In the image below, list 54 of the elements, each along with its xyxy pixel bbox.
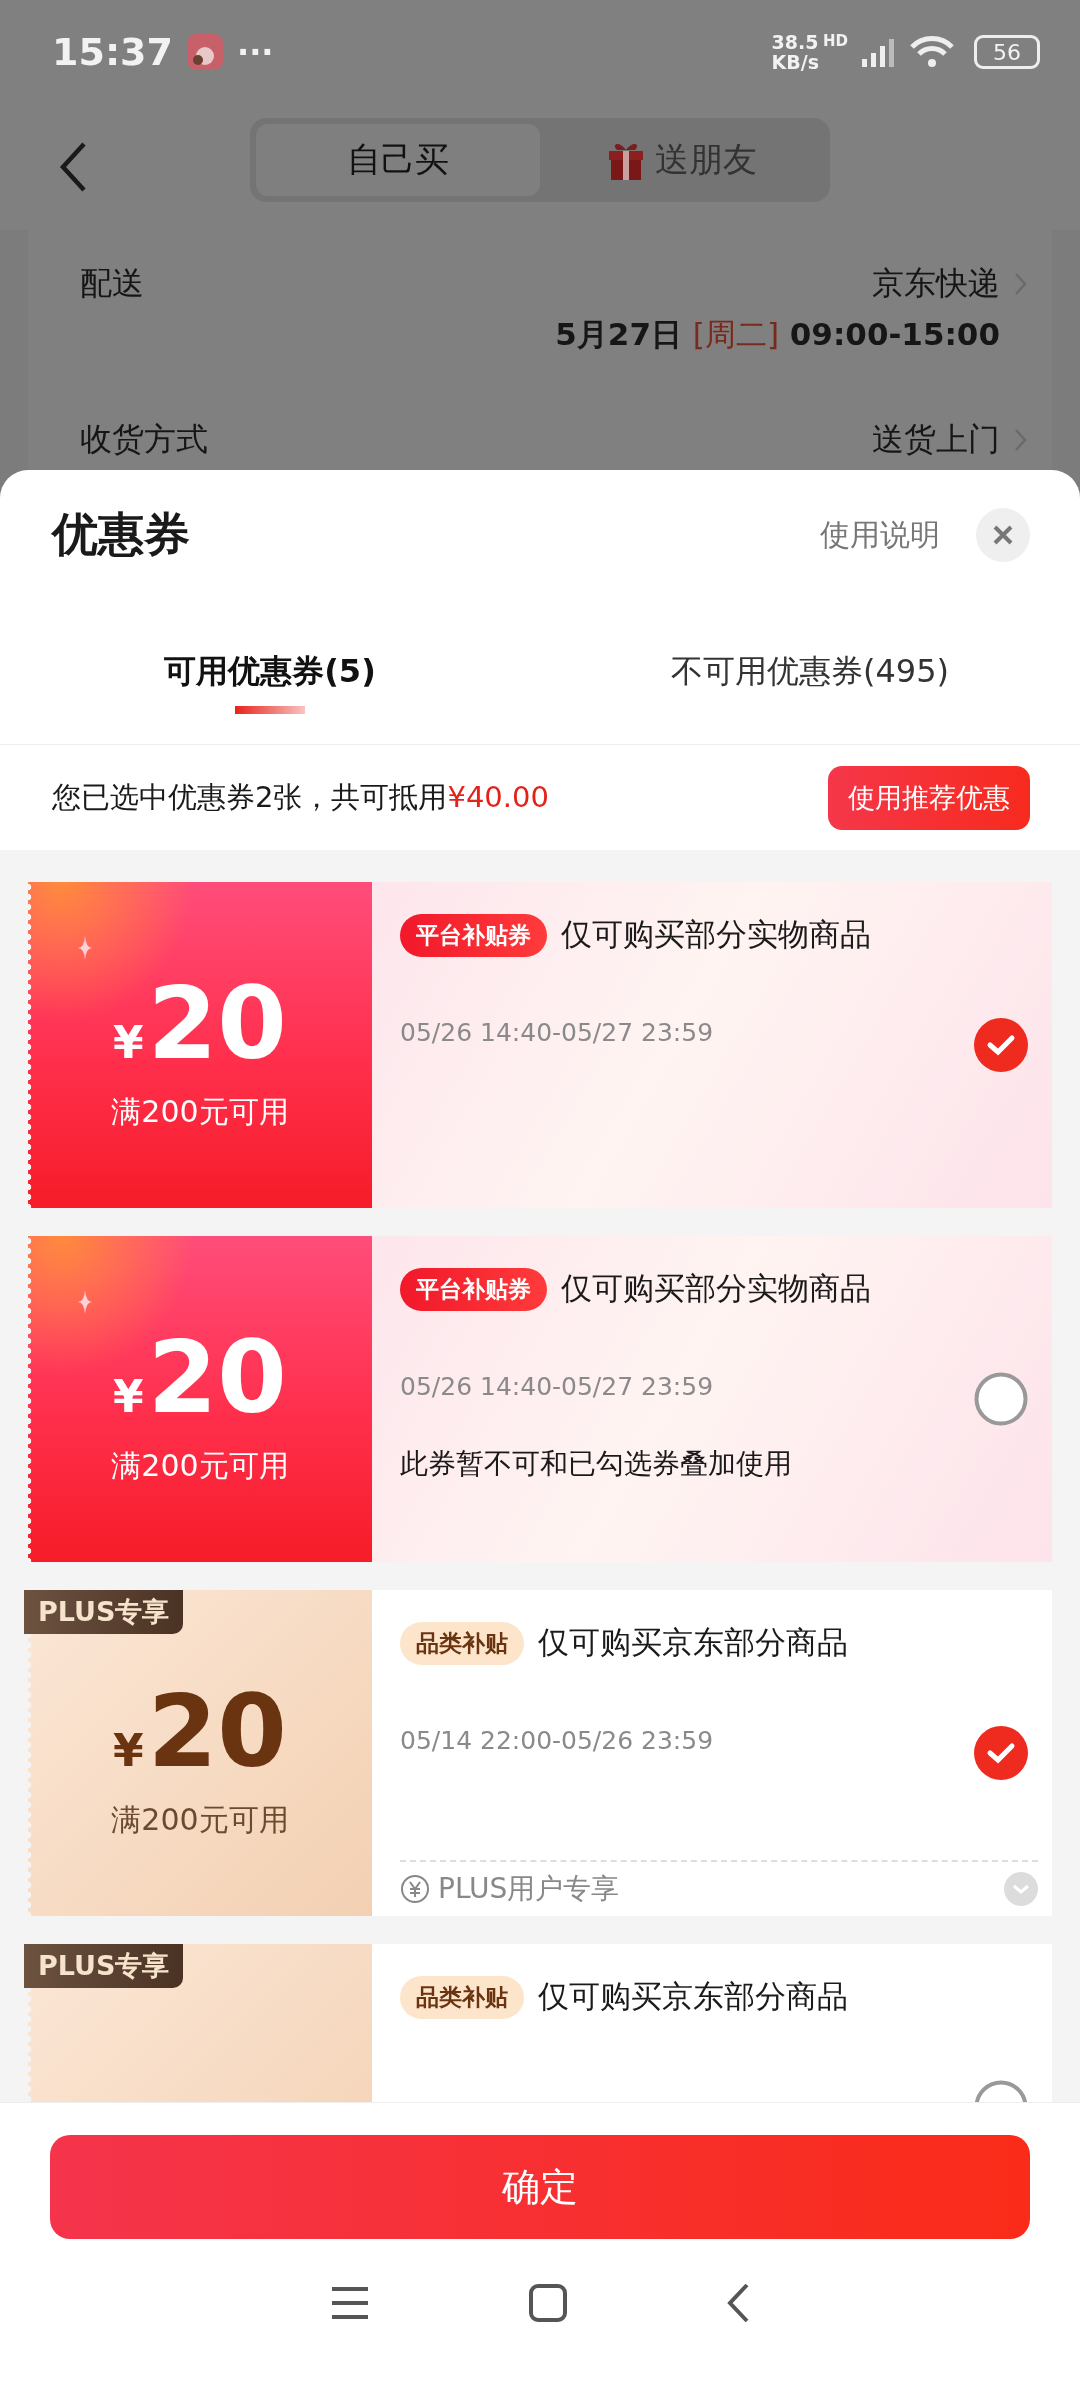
coupon-title: 仅可购买京东部分商品 — [538, 1623, 848, 1662]
unchecked-checkbox[interactable] — [974, 1372, 1028, 1426]
mode-tab[interactable]: 送朋友 — [540, 124, 824, 196]
app-icon — [186, 34, 223, 70]
coupon-note: 此券暂不可和已勾选券叠加使用 — [400, 1446, 793, 1482]
coupon-tab[interactable]: 不可用优惠券(495) — [540, 600, 1080, 744]
back-icon[interactable] — [58, 141, 88, 193]
coupon-amount: ¥20 — [113, 973, 287, 1074]
coupon-title: 仅可购买京东部分商品 — [538, 1977, 848, 2016]
coupon-tag: 品类补贴 — [400, 1621, 524, 1665]
network-speed: 38.5 KB/s — [771, 32, 819, 72]
mode-tab[interactable]: 自己买 — [256, 124, 540, 196]
validity-period: 05/26 14:40-05/27 23:59 — [400, 1372, 715, 1401]
back-icon[interactable] — [726, 2283, 751, 2323]
close-icon[interactable] — [976, 508, 1030, 562]
wifi-icon — [910, 36, 954, 68]
network-type: HD — [823, 32, 848, 50]
plus-badge: PLUS专享 — [24, 1944, 184, 1988]
row-label: 收货方式 — [80, 419, 208, 460]
sparkle-icon — [78, 1290, 92, 1314]
help-link[interactable]: 使用说明 — [820, 514, 940, 556]
sheet-title: 优惠券 — [52, 506, 191, 563]
validity-period: 05/26 14:40-05/27 23:59 — [400, 1018, 715, 1047]
coupon-condition: 满200元可用 — [111, 1800, 289, 1839]
row-value[interactable]: 送货上门 — [872, 406, 1028, 462]
delivery-time: 5月27日 [周二] 09:00-15:00 — [555, 315, 1000, 354]
home-icon[interactable] — [529, 2284, 567, 2322]
recommend-button[interactable]: 使用推荐优惠 — [828, 765, 1030, 830]
checked-checkbox[interactable] — [974, 1018, 1028, 1072]
coupon-tag: 平台补贴券 — [400, 1267, 547, 1311]
coupon-condition: 满200元可用 — [111, 1446, 289, 1485]
confirm-button[interactable]: 确定 — [50, 2135, 1030, 2239]
coupon-title: 仅可购买部分实物商品 — [561, 915, 871, 954]
checked-checkbox[interactable] — [974, 1726, 1028, 1780]
coupon-title: 仅可购买部分实物商品 — [561, 1269, 871, 1308]
validity-period: 05/14 22:00-05/26 23:59 — [400, 1726, 715, 1755]
signal-icon — [862, 37, 896, 67]
yen-icon — [400, 1874, 430, 1904]
clock-time: 15:37 — [52, 30, 173, 74]
coupon-tab[interactable]: 可用优惠券(5) — [0, 600, 540, 744]
more-notifications: ··· — [236, 33, 274, 71]
row-value[interactable]: 京东快递 — [872, 250, 1028, 306]
coupon-amount: ¥20 — [113, 1681, 287, 1782]
coupon-tag: 品类补贴 — [400, 1975, 524, 2019]
row-label: 配送 — [80, 263, 144, 304]
coupon-condition: 满200元可用 — [111, 1092, 289, 1131]
menu-icon[interactable] — [329, 2286, 370, 2320]
sparkle-icon — [78, 936, 92, 960]
coupon-amount: ¥20 — [113, 1327, 287, 1428]
plus-note: PLUS用户专享 — [438, 1871, 621, 1907]
coupon-tag: 平台补贴券 — [400, 913, 547, 957]
plus-badge: PLUS专享 — [24, 1590, 184, 1634]
summary-text: 您已选中优惠券2张，共可抵用¥40.00 — [52, 778, 549, 816]
battery-indicator: 56 — [974, 35, 1040, 69]
